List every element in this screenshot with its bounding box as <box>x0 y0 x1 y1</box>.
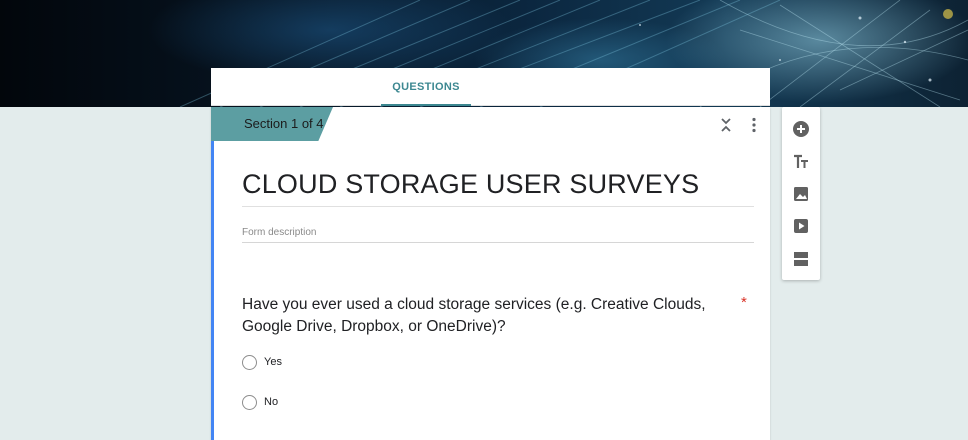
form-title[interactable]: CLOUD STORAGE USER SURVEYS <box>242 169 754 207</box>
option-label: Yes <box>264 356 282 368</box>
tab-questions[interactable]: QUESTIONS <box>381 68 471 106</box>
add-title-icon[interactable] <box>792 153 810 171</box>
add-item-toolbar <box>782 107 820 280</box>
more-options-icon[interactable] <box>750 117 758 133</box>
collapse-section-icon[interactable] <box>719 117 733 133</box>
option-yes[interactable]: Yes <box>242 353 282 371</box>
add-image-icon[interactable] <box>792 185 810 203</box>
radio-button[interactable] <box>242 354 257 370</box>
required-asterisk: * <box>741 294 747 311</box>
active-tab-indicator <box>381 104 471 106</box>
radio-button[interactable] <box>242 394 257 410</box>
section-label: Section 1 of 4 <box>244 116 324 131</box>
add-question-icon[interactable] <box>792 120 810 138</box>
add-video-icon[interactable] <box>792 217 810 235</box>
form-tab-bar: QUESTIONS <box>211 68 770 106</box>
option-label: No <box>264 396 279 408</box>
add-section-icon[interactable] <box>792 250 810 268</box>
section-card: Section 1 of 4 CLOUD STORAGE USER SURVEY… <box>211 107 770 440</box>
option-no[interactable]: No <box>242 393 278 411</box>
form-description-field[interactable]: Form description <box>242 227 754 243</box>
question-text[interactable]: Have you ever used a cloud storage servi… <box>242 294 732 338</box>
